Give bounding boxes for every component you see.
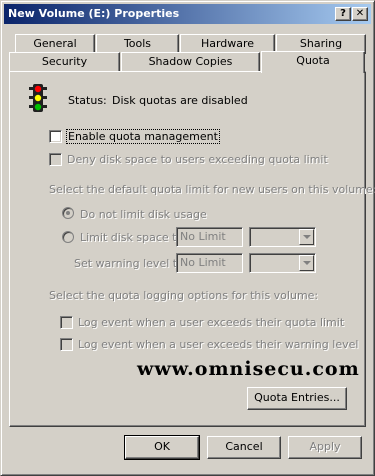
tab-tools[interactable]: Tools (96, 34, 179, 54)
tab-general[interactable]: General (15, 34, 95, 54)
deny-space-checkbox[interactable] (49, 153, 62, 166)
limit-unit-select[interactable] (249, 227, 316, 247)
quota-entries-button[interactable]: Quota Entries... (247, 387, 347, 410)
properties-dialog: New Volume (E:) Properties ? ✕ General T… (0, 0, 375, 476)
cancel-button[interactable]: Cancel (207, 436, 281, 459)
chevron-down-icon[interactable] (299, 229, 314, 245)
limit-radio[interactable] (62, 231, 74, 243)
tab-shadow-copies[interactable]: Shadow Copies (121, 52, 260, 72)
log-warning-checkbox[interactable] (60, 338, 73, 351)
warning-label: Set warning level to (74, 257, 184, 270)
enable-quota-checkbox[interactable] (49, 130, 62, 143)
ok-label: OK (154, 440, 170, 453)
apply-button[interactable]: Apply (288, 436, 362, 459)
enable-quota-label[interactable]: Enable quota management (66, 129, 220, 144)
title-bar[interactable]: New Volume (E:) Properties ? ✕ (4, 4, 371, 24)
close-button[interactable]: ✕ (352, 7, 368, 21)
traffic-light-icon (29, 84, 47, 112)
quota-entries-label: Quota Entries... (254, 391, 340, 404)
ok-button[interactable]: OK (124, 435, 200, 460)
log-warning-label: Log event when a user exceeds their warn… (78, 338, 359, 351)
limit-value-field[interactable]: No Limit (176, 227, 243, 247)
no-limit-radio[interactable] (62, 207, 74, 219)
logging-heading: Select the quota logging options for thi… (49, 289, 319, 302)
no-limit-label: Do not limit disk usage (80, 208, 207, 221)
status-value: Disk quotas are disabled (112, 94, 248, 107)
default-limit-heading: Select the default quota limit for new u… (49, 183, 375, 196)
tab-security[interactable]: Security (9, 52, 120, 72)
log-limit-checkbox[interactable] (60, 316, 73, 329)
help-button[interactable]: ? (335, 7, 351, 21)
deny-space-label: Deny disk space to users exceeding quota… (67, 153, 328, 166)
tab-quota[interactable]: Quota (261, 51, 365, 73)
cancel-label: Cancel (225, 440, 263, 453)
limit-label: Limit disk space to (80, 231, 184, 244)
watermark-text: www.omnisecu.com (137, 358, 360, 380)
warning-value-field[interactable]: No Limit (176, 253, 243, 273)
window-title: New Volume (E:) Properties (8, 7, 180, 20)
apply-label: Apply (309, 440, 341, 453)
warning-unit-select[interactable] (249, 253, 316, 273)
chevron-down-icon[interactable] (299, 255, 314, 271)
status-label: Status: (68, 94, 107, 107)
log-limit-label: Log event when a user exceeds their quot… (78, 316, 345, 329)
